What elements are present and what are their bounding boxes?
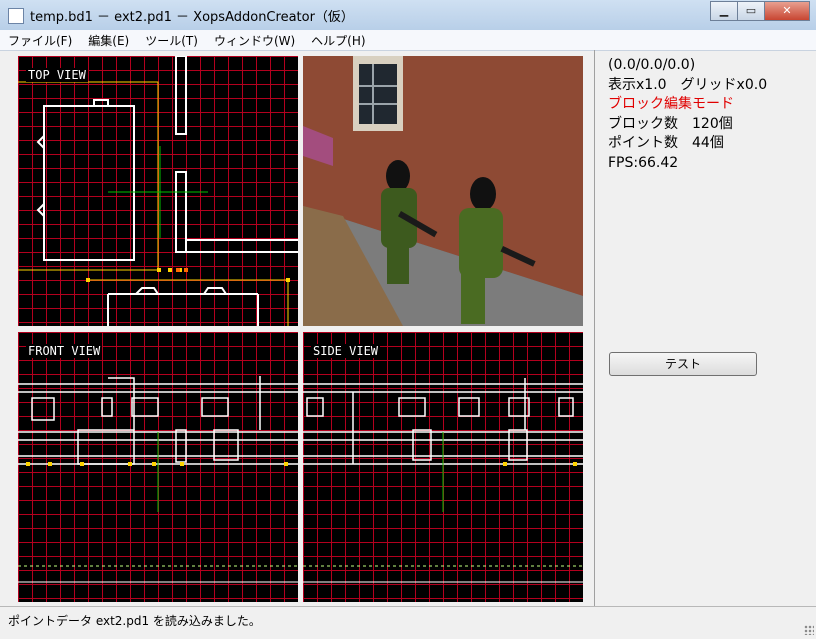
app-icon bbox=[8, 8, 24, 24]
camera-coords: (0.0/0.0/0.0) bbox=[608, 57, 696, 73]
front-view-label: FRONT VIEW bbox=[26, 344, 103, 358]
fps-readout: FPS:66.42 bbox=[608, 154, 679, 171]
menu-file[interactable]: ファイル(F) bbox=[0, 30, 80, 50]
side-view-wireframe bbox=[303, 378, 583, 583]
block-count: ブロック数 120個 bbox=[608, 115, 733, 132]
top-view-viewport[interactable]: TOP VIEW bbox=[18, 56, 298, 326]
minimize-button[interactable]: ▁ bbox=[710, 1, 738, 21]
menu-window[interactable]: ウィンドウ(W) bbox=[206, 30, 303, 50]
edit-mode: ブロック編集モード bbox=[608, 96, 734, 112]
point-count: ポイント数 44個 bbox=[608, 135, 724, 151]
top-view-wireframe bbox=[18, 56, 298, 326]
front-view-viewport[interactable]: FRONT VIEW bbox=[18, 332, 298, 602]
top-view-label: TOP VIEW bbox=[26, 68, 88, 82]
menu-bar: ファイル(F) 編集(E) ツール(T) ウィンドウ(W) ヘルプ(H) bbox=[0, 30, 816, 51]
perspective-viewport[interactable] bbox=[303, 56, 583, 326]
side-view-label: SIDE VIEW bbox=[311, 344, 381, 358]
status-bar: ポイントデータ ext2.pd1 を読み込みました。 bbox=[0, 606, 816, 639]
menu-help[interactable]: ヘルプ(H) bbox=[303, 30, 373, 50]
info-panel: (0.0/0.0/0.0) 表示x1.0 グリッドx0.0 ブロック編集モード … bbox=[608, 56, 767, 173]
window-controls: ▁ ▭ ✕ bbox=[710, 1, 810, 21]
resize-grip[interactable] bbox=[804, 625, 814, 635]
menu-tools[interactable]: ツール(T) bbox=[137, 30, 206, 50]
close-button[interactable]: ✕ bbox=[764, 1, 810, 21]
side-view-viewport[interactable]: SIDE VIEW bbox=[303, 332, 583, 602]
title-bar: temp.bd1 － ext2.pd1 － XopsAddonCreator（仮… bbox=[0, 0, 816, 31]
window-title: temp.bd1 － ext2.pd1 － XopsAddonCreator（仮… bbox=[30, 10, 354, 25]
scene-render bbox=[303, 56, 583, 326]
display-grid-scale: 表示x1.0 グリッドx0.0 bbox=[608, 76, 768, 93]
status-message: ポイントデータ ext2.pd1 を読み込みました。 bbox=[8, 614, 261, 628]
menu-edit[interactable]: 編集(E) bbox=[80, 30, 137, 50]
test-button[interactable]: テスト bbox=[609, 352, 757, 376]
front-view-wireframe bbox=[18, 376, 298, 583]
panel-divider bbox=[594, 50, 595, 606]
maximize-button[interactable]: ▭ bbox=[737, 1, 765, 21]
